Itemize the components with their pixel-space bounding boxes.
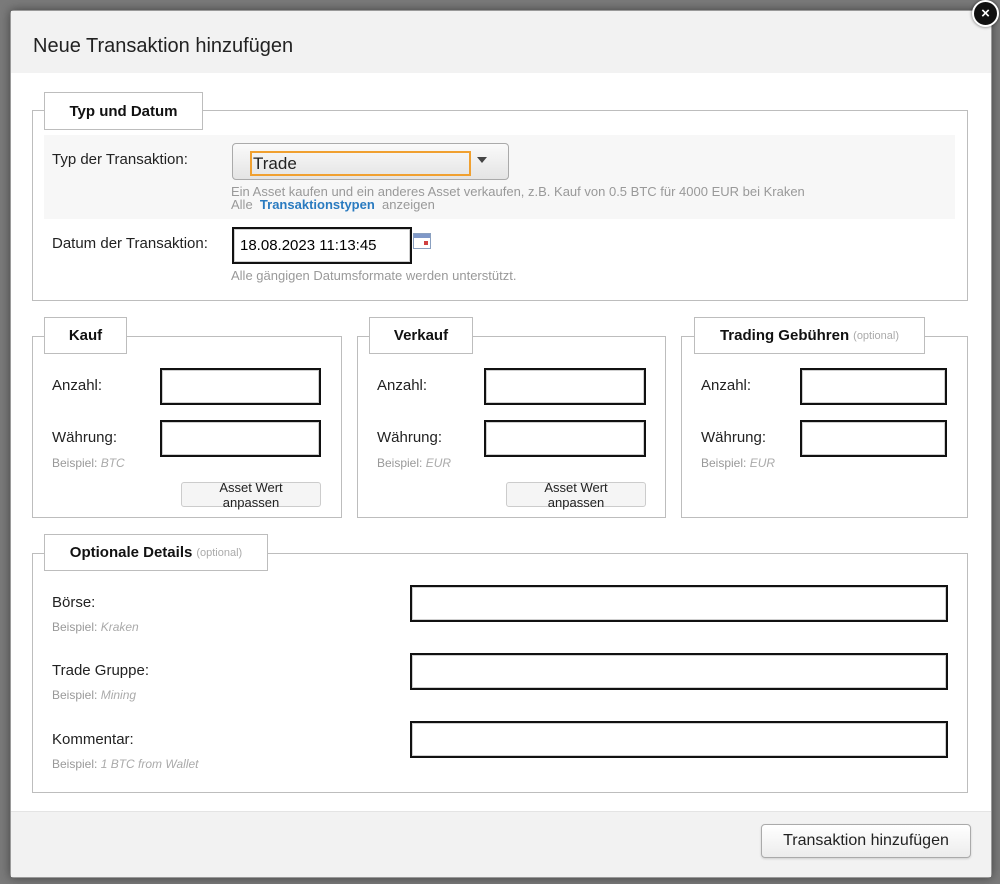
type-label: Typ der Transaktion:: [52, 151, 188, 168]
add-transaction-button[interactable]: Transaktion hinzufügen: [761, 824, 971, 858]
fees-legend-optional: (optional): [853, 329, 900, 342]
dialog-title: Neue Transaktion hinzufügen: [33, 35, 294, 57]
kauf-example-value: BTC: [100, 456, 125, 470]
transaction-types-link[interactable]: Transaktionstypen: [260, 197, 375, 212]
date-hint: Alle gängigen Datumsformate werden unter…: [231, 268, 517, 283]
trade-group-input[interactable]: [410, 653, 948, 690]
boerse-input[interactable]: [410, 585, 948, 622]
verkauf-amount-label: Anzahl:: [377, 377, 428, 394]
comment-example-value: 1 BTC from Wallet: [100, 757, 199, 771]
add-transaction-dialog: Neue Transaktion hinzufügen Typ und Datu…: [10, 10, 992, 878]
optional-details-legend: Optionale Details (optional): [44, 534, 268, 571]
fees-example-value: EUR: [749, 456, 776, 470]
date-label: Datum der Transaktion:: [52, 235, 208, 252]
verkauf-amount-input[interactable]: [484, 368, 646, 405]
fees-currency-input[interactable]: [800, 420, 947, 457]
verkauf-currency-label: Währung:: [377, 429, 443, 446]
comment-example: Beispiel: 1 BTC from Wallet: [52, 757, 199, 771]
fees-amount-input[interactable]: [800, 368, 947, 405]
verkauf-currency-input[interactable]: [484, 420, 646, 457]
date-input[interactable]: [232, 227, 412, 264]
boerse-label: Börse:: [52, 594, 96, 611]
calendar-icon[interactable]: [413, 233, 431, 249]
kauf-example: Beispiel: BTC: [52, 456, 125, 470]
trade-group-example: Beispiel: Mining: [52, 688, 136, 702]
kauf-adjust-asset-button[interactable]: Asset Wert anpassen: [181, 480, 321, 510]
verkauf-legend: Verkauf: [369, 317, 473, 354]
trade-group-example-prefix: Beispiel:: [52, 688, 98, 702]
kauf-amount-input[interactable]: [160, 368, 321, 405]
optional-details-legend-optional: (optional): [196, 546, 243, 559]
trade-group-example-value: Mining: [100, 688, 137, 702]
kauf-example-prefix: Beispiel:: [52, 456, 98, 470]
fees-currency-label: Währung:: [701, 429, 767, 446]
all-types-line: Alle Transaktionstypen anzeigen: [231, 197, 435, 212]
fees-example-prefix: Beispiel:: [701, 456, 747, 470]
boerse-example-prefix: Beispiel:: [52, 620, 98, 634]
fees-legend-title: Trading Gebühren: [719, 327, 850, 344]
fees-example: Beispiel: EUR: [701, 456, 775, 470]
type-date-legend: Typ und Datum: [44, 92, 203, 130]
verkauf-example-value: EUR: [425, 456, 452, 470]
boerse-example: Beispiel: Kraken: [52, 620, 139, 634]
close-icon[interactable]: ×: [972, 0, 999, 27]
fees-legend: Trading Gebühren (optional): [694, 317, 925, 354]
kauf-legend: Kauf: [44, 317, 127, 354]
fees-amount-label: Anzahl:: [701, 377, 752, 394]
kauf-amount-label: Anzahl:: [52, 377, 103, 394]
trade-group-label: Trade Gruppe:: [52, 662, 149, 679]
transaction-type-value: Trade: [250, 151, 471, 176]
verkauf-example: Beispiel: EUR: [377, 456, 451, 470]
all-types-prefix: Alle: [231, 197, 253, 212]
kauf-currency-input[interactable]: [160, 420, 321, 457]
verkauf-example-prefix: Beispiel:: [377, 456, 423, 470]
comment-example-prefix: Beispiel:: [52, 757, 98, 771]
comment-input[interactable]: [410, 721, 948, 758]
transaction-type-select[interactable]: Trade: [232, 143, 509, 180]
optional-details-legend-title: Optionale Details: [69, 544, 193, 561]
kauf-currency-label: Währung:: [52, 429, 118, 446]
all-types-suffix: anzeigen: [382, 197, 435, 212]
chevron-down-icon: [477, 157, 487, 163]
dialog-header: Neue Transaktion hinzufügen: [11, 11, 991, 73]
verkauf-adjust-asset-button[interactable]: Asset Wert anpassen: [506, 480, 646, 510]
comment-label: Kommentar:: [52, 731, 134, 748]
boerse-example-value: Kraken: [100, 620, 139, 634]
